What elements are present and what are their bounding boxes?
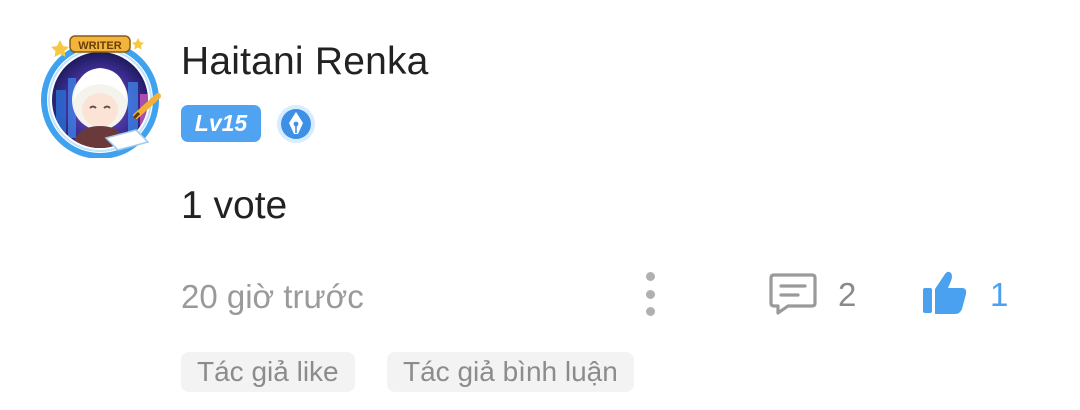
username[interactable]: Haitani Renka [181,40,429,84]
more-dot [645,289,655,299]
avatar-image: WRITER [41,35,161,159]
comment-timestamp: 20 giờ trước [181,278,364,315]
comment-content: 1 vote [181,184,288,227]
pen-nib-badge-icon [276,104,316,144]
tag-author-commented: Tác giả bình luận [387,352,634,392]
comment-count: 2 [838,276,857,313]
like-count: 1 [990,276,1009,313]
more-vertical-icon [645,272,655,281]
reply-button[interactable]: 2 [768,270,856,320]
thumbs-up-icon [920,269,970,322]
user-avatar[interactable]: WRITER [36,30,164,159]
more-options-button[interactable] [638,272,662,316]
comment-icon [768,271,818,320]
tag-author-liked: Tác giả like [181,352,355,392]
like-button[interactable]: 1 [920,270,1008,320]
more-dot [645,307,655,316]
svg-text:WRITER: WRITER [78,40,121,52]
level-badge: Lv15 [181,105,261,142]
